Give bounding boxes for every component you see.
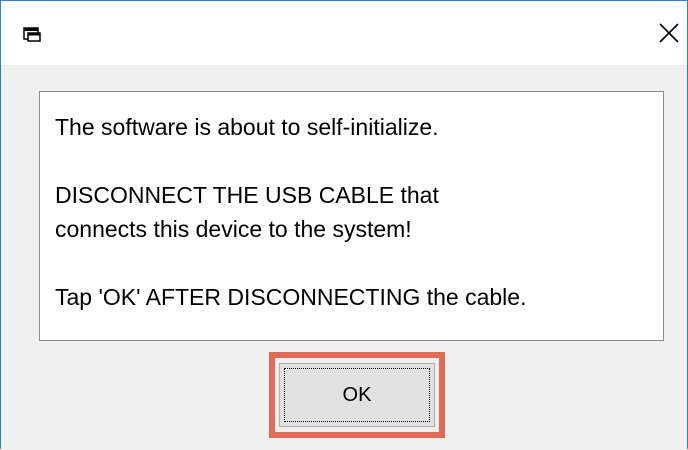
message-line-tap-ok: Tap 'OK' AFTER DISCONNECTING the cable.	[55, 284, 527, 310]
close-button[interactable]	[651, 15, 687, 51]
ok-button[interactable]: OK	[279, 363, 435, 427]
dialog-content: The software is about to self-initialize…	[1, 65, 687, 450]
message-line-initialize: The software is about to self-initialize…	[55, 114, 439, 140]
title-bar[interactable]	[1, 1, 687, 65]
dialog-window: The software is about to self-initialize…	[0, 0, 688, 450]
close-icon	[659, 23, 679, 43]
message-line-disconnect: DISCONNECT THE USB CABLE that	[55, 182, 439, 208]
message-box: The software is about to self-initialize…	[39, 91, 664, 341]
app-icon	[23, 26, 41, 42]
message-line-connects: connects this device to the system!	[55, 216, 412, 242]
